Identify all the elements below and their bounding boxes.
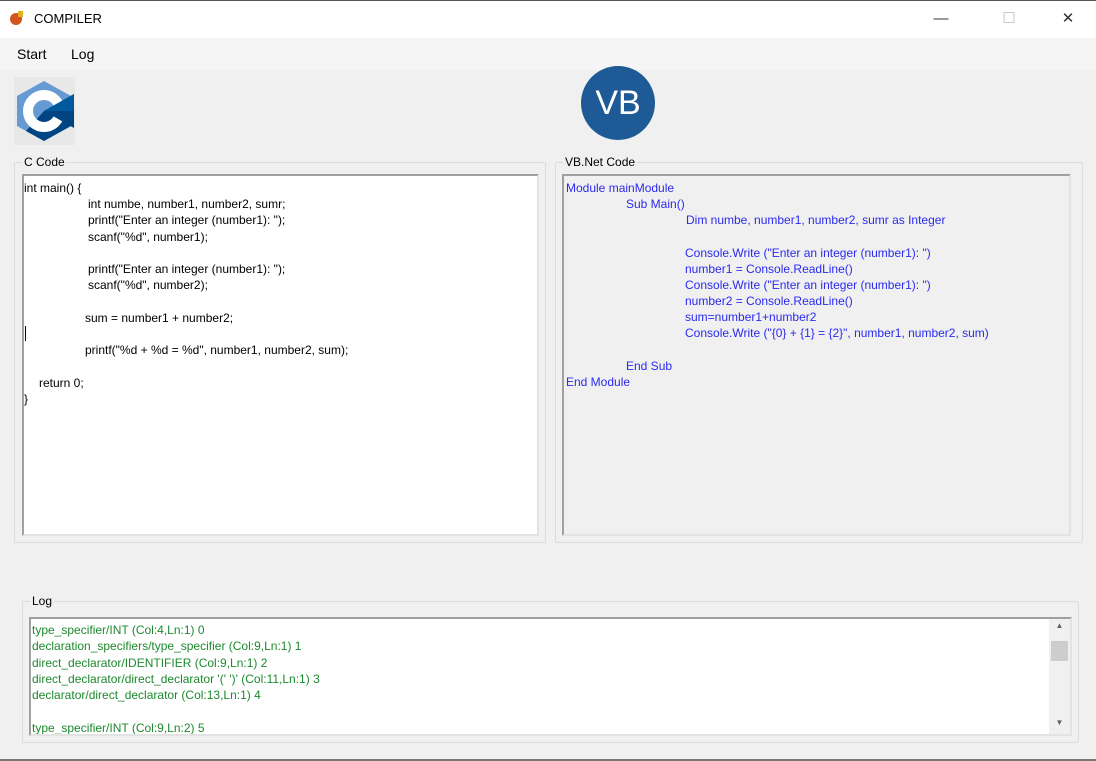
app-icon (10, 11, 23, 25)
maximize-button[interactable]: ☐ (986, 0, 1032, 38)
code-line: sum=number1+number2 (685, 310, 817, 324)
log-line: direct_declarator/IDENTIFIER (Col:9,Ln:1… (32, 656, 268, 670)
code-line: sum = number1 + number2; (85, 311, 234, 325)
code-line: Dim numbe, number1, number2, sumr as Int… (686, 213, 946, 227)
code-line: Sub Main() (626, 197, 685, 211)
log-output[interactable]: type_specifier/INT (Col:4,Ln:1) 0 declar… (29, 617, 1072, 736)
code-line: printf("Enter an integer (number1): "); (88, 213, 286, 227)
code-line: number1 = Console.ReadLine() (685, 262, 853, 276)
scroll-thumb[interactable] (1051, 641, 1068, 661)
code-line: } (24, 392, 29, 406)
code-line: Console.Write ("{0} + {1} = {2}", number… (685, 326, 989, 340)
minimize-button[interactable]: — (918, 0, 964, 38)
code-line: int main() { (24, 181, 82, 195)
code-line: return 0; (39, 376, 84, 390)
close-button[interactable]: ✕ (1045, 0, 1091, 38)
code-line: Console.Write ("Enter an integer (number… (685, 278, 931, 292)
menu-start[interactable]: Start (17, 46, 47, 62)
menu-bar (0, 38, 1096, 70)
vb-code-label: VB.Net Code (563, 155, 638, 169)
code-line: scanf("%d", number2); (88, 278, 208, 292)
log-line: declaration_specifiers/type_specifier (C… (32, 639, 302, 653)
code-line: printf("Enter an integer (number1): "); (88, 262, 286, 276)
code-line: End Sub (626, 359, 673, 373)
code-line: printf("%d + %d = %d", number1, number2,… (85, 343, 349, 357)
code-line: number2 = Console.ReadLine() (685, 294, 853, 308)
code-line: Module mainModule (566, 181, 675, 195)
log-label: Log (30, 594, 55, 608)
log-line: direct_declarator/direct_declarator '(' … (32, 672, 320, 686)
code-line: Console.Write ("Enter an integer (number… (685, 246, 931, 260)
scroll-up-icon[interactable]: ▲ (1049, 621, 1070, 635)
log-line: type_specifier/INT (Col:4,Ln:1) 0 (32, 623, 205, 637)
log-scrollbar[interactable]: ▲ ▼ (1049, 619, 1070, 734)
log-line: declarator/direct_declarator (Col:13,Ln:… (32, 688, 261, 702)
code-line: End Module (566, 375, 631, 389)
vb-code-output[interactable]: Module mainModule Sub Main() Dim numbe, … (562, 174, 1071, 536)
text-caret (25, 326, 26, 341)
window-title: COMPILER (34, 11, 102, 26)
code-line: scanf("%d", number1); (88, 230, 208, 244)
c-code-editor[interactable]: int main() { int numbe, number1, number2… (22, 174, 539, 536)
c-code-label: C Code (22, 155, 67, 169)
vb-logo: VB (581, 66, 655, 140)
menu-log[interactable]: Log (71, 46, 94, 62)
code-line: int numbe, number1, number2, sumr; (88, 197, 286, 211)
log-line: type_specifier/INT (Col:9,Ln:2) 5 (32, 721, 205, 735)
c-logo (14, 77, 75, 145)
scroll-down-icon[interactable]: ▼ (1049, 718, 1070, 732)
